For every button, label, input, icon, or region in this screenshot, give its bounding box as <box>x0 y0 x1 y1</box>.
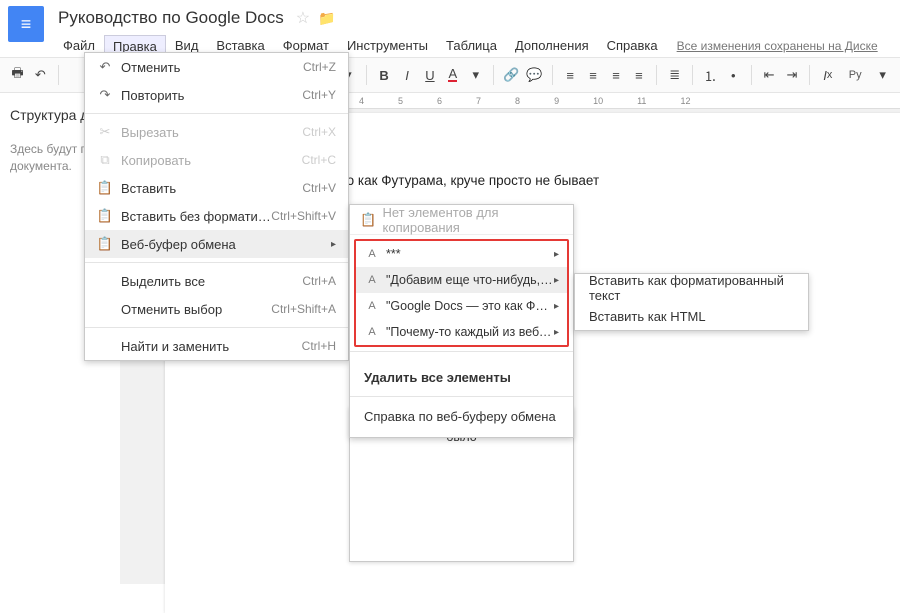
link-button[interactable]: 🔗 <box>502 64 521 86</box>
menu-web-clipboard[interactable]: 📋 Веб-буфер обмена ▸ <box>85 230 348 258</box>
clipboard-help[interactable]: Справка по веб-буферу обмена <box>350 401 573 431</box>
clipboard-items-highlight-box: A *** ▸ A "Добавим еще что-нибудь, чтоб.… <box>354 239 569 347</box>
chevron-down-icon[interactable]: ▾ <box>873 64 892 86</box>
submenu-arrow-icon: ▸ <box>554 301 559 312</box>
paste-options-flyout: Вставить как форматированный текст Встав… <box>574 273 809 331</box>
document-title[interactable]: Руководство по Google Docs <box>54 6 288 30</box>
app-header: ≡ Руководство по Google Docs ☆ 📁 Файл Пр… <box>0 0 900 57</box>
menu-addons[interactable]: Дополнения <box>506 34 598 57</box>
clipboard-item[interactable]: A "Добавим еще что-нибудь, чтоб... ▸ <box>356 267 567 293</box>
folder-icon[interactable]: 📁 <box>318 10 335 27</box>
menu-find-replace[interactable]: Найти и заменить Ctrl+H <box>85 332 348 360</box>
submenu-arrow-icon: ▸ <box>554 327 559 338</box>
menu-help[interactable]: Справка <box>598 34 667 57</box>
menu-undo[interactable]: ↶ Отменить Ctrl+Z <box>85 53 348 81</box>
separator <box>58 65 59 85</box>
clear-formatting-button[interactable]: Ix <box>818 64 837 86</box>
align-right-button[interactable]: ≡ <box>607 64 626 86</box>
menu-cut: ✂ Вырезать Ctrl+X <box>85 118 348 146</box>
separator <box>85 327 348 328</box>
comment-button[interactable]: 💬 <box>525 64 544 86</box>
separator <box>350 351 573 352</box>
separator <box>656 65 657 85</box>
submenu-arrow-icon: ▸ <box>554 249 559 260</box>
submenu-header: 📋 Нет элементов для копирования <box>350 205 573 235</box>
separator <box>85 262 348 263</box>
edit-menu-dropdown: ↶ Отменить Ctrl+Z ↷ Повторить Ctrl+Y ✂ В… <box>84 52 349 361</box>
menu-select-all[interactable]: Выделить все Ctrl+A <box>85 267 348 295</box>
line-spacing-button[interactable]: ≣ <box>665 64 684 86</box>
cut-icon: ✂ <box>95 124 115 140</box>
clipboard-icon: 📋 <box>360 212 377 228</box>
separator <box>692 65 693 85</box>
editing-mode-button[interactable]: Ру <box>841 69 869 81</box>
align-justify-button[interactable]: ≡ <box>629 64 648 86</box>
undo-icon: ↶ <box>95 59 115 75</box>
menu-paste[interactable]: 📋 Вставить Ctrl+V <box>85 174 348 202</box>
bold-button[interactable]: B <box>375 64 394 86</box>
menu-table[interactable]: Таблица <box>437 34 506 57</box>
text-a-icon: A <box>364 300 380 312</box>
text-a-icon: A <box>364 326 380 338</box>
separator <box>350 396 573 397</box>
separator <box>809 65 810 85</box>
text-a-icon: A <box>364 248 380 260</box>
text-a-icon: A <box>364 274 380 286</box>
clipboard-item[interactable]: A *** ▸ <box>356 241 567 267</box>
menu-tools[interactable]: Инструменты <box>338 34 437 57</box>
italic-button[interactable]: I <box>398 64 417 86</box>
clipboard-item[interactable]: A "Google Docs — это как Футура... ▸ <box>356 293 567 319</box>
separator <box>751 65 752 85</box>
paste-plain-icon: 📋 <box>95 208 115 224</box>
paste-icon: 📋 <box>95 180 115 196</box>
numbered-list-button[interactable]: ⒈ <box>701 64 720 86</box>
submenu-arrow-icon: ▸ <box>325 239 336 250</box>
copy-icon: ⧉ <box>95 152 115 168</box>
separator <box>366 65 367 85</box>
menu-copy: ⧉ Копировать Ctrl+C <box>85 146 348 174</box>
web-clipboard-submenu: 📋 Нет элементов для копирования A *** ▸ … <box>349 204 574 438</box>
submenu-arrow-icon: ▸ <box>554 275 559 286</box>
bulleted-list-button[interactable]: • <box>724 64 743 86</box>
print-button[interactable]: 🖶 <box>8 64 27 86</box>
save-status-link[interactable]: Все изменения сохранены на Диске <box>677 39 878 53</box>
delete-all-clipboard[interactable]: Удалить все элементы <box>350 362 573 392</box>
align-center-button[interactable]: ≡ <box>584 64 603 86</box>
docs-app-icon[interactable]: ≡ <box>8 6 44 42</box>
menu-paste-plain[interactable]: 📋 Вставить без форматирования Ctrl+Shift… <box>85 202 348 230</box>
underline-button[interactable]: U <box>420 64 439 86</box>
separator <box>85 113 348 114</box>
paste-formatted-text[interactable]: Вставить как форматированный текст <box>575 274 808 302</box>
indent-increase-button[interactable]: ⇥ <box>783 64 802 86</box>
star-icon[interactable]: ☆ <box>296 8 310 28</box>
align-left-button[interactable]: ≡ <box>561 64 580 86</box>
chevron-down-icon[interactable]: ▾ <box>466 64 485 86</box>
clipboard-icon: 📋 <box>95 236 115 252</box>
separator <box>493 65 494 85</box>
paste-as-html[interactable]: Вставить как HTML <box>575 302 808 330</box>
redo-icon: ↷ <box>95 87 115 103</box>
text-color-button[interactable]: A <box>443 64 462 86</box>
clipboard-item[interactable]: A "Почему-то каждый из вебмасте... ▸ <box>356 319 567 345</box>
menu-redo[interactable]: ↷ Повторить Ctrl+Y <box>85 81 348 109</box>
separator <box>552 65 553 85</box>
undo-button[interactable]: ↶ <box>31 64 50 86</box>
indent-decrease-button[interactable]: ⇤ <box>760 64 779 86</box>
menu-deselect[interactable]: Отменить выбор Ctrl+Shift+A <box>85 295 348 323</box>
menu-lines-icon: ≡ <box>21 14 32 35</box>
